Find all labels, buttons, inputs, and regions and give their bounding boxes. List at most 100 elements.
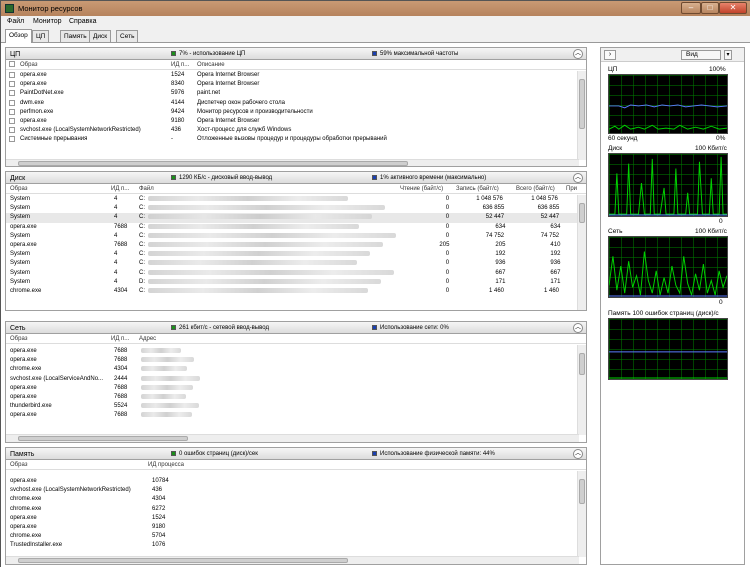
col-pid[interactable]: ИД п... xyxy=(171,62,189,68)
table-row[interactable]: opera.exe 9180 Opera Internet Browser xyxy=(6,117,586,126)
view-dropdown[interactable]: Вид xyxy=(681,50,721,60)
cpu-panel-header[interactable]: ЦП 7% - использование ЦП 59% максимально… xyxy=(6,48,586,60)
table-row[interactable]: opera.exe 1524 xyxy=(6,514,586,523)
tab-network[interactable]: Сеть xyxy=(116,30,139,42)
table-row[interactable]: chrome.exe 6272 xyxy=(6,505,586,514)
table-row[interactable]: opera.exe 1524 Opera Internet Browser xyxy=(6,71,586,80)
redacted-path xyxy=(148,205,385,211)
table-row[interactable]: svchost.exe (LocalSystemNetworkRestricte… xyxy=(6,486,586,495)
row-checkbox[interactable] xyxy=(9,136,15,143)
collapse-icon[interactable]: ︿ xyxy=(573,173,583,183)
table-row[interactable]: System 4 C: 0 192 192 xyxy=(6,250,586,259)
table-row[interactable]: opera.exe 7688 xyxy=(6,384,586,393)
table-row[interactable]: Системные прерывания - Отложенные вызовы п… xyxy=(6,135,586,144)
col-priority[interactable]: При xyxy=(566,186,577,192)
menu-monitor[interactable]: Монитор xyxy=(33,18,62,25)
network-panel-header[interactable]: Сеть 261 кбит/с - сетевой ввод-вывод Исп… xyxy=(6,322,586,334)
table-row[interactable]: chrome.exe 4304 xyxy=(6,495,586,504)
col-file[interactable]: Файл xyxy=(139,186,154,192)
minimize-button[interactable]: ‒ xyxy=(681,2,701,14)
table-row[interactable]: System 4 C: 0 52 447 52 447 xyxy=(6,213,586,223)
table-row[interactable]: System 4 C: 0 74 752 74 752 xyxy=(6,232,586,241)
row-checkbox[interactable] xyxy=(9,99,15,106)
menu-file[interactable]: Файл xyxy=(7,18,24,25)
col-pid[interactable]: ИД п... xyxy=(111,336,129,342)
row-checkbox[interactable] xyxy=(9,81,15,88)
table-row[interactable]: PaintDotNet.exe 5976 paint.net xyxy=(6,89,586,98)
network-horizontal-scrollbar[interactable] xyxy=(6,434,579,442)
cpu-vertical-scrollbar[interactable] xyxy=(577,71,586,160)
col-write[interactable]: Запись (байт/с) xyxy=(456,186,499,192)
table-row[interactable]: System 4 D: 0 171 171 xyxy=(6,278,586,287)
network-activity-list: opera.exe 7688 opera.exe 7688 chrome.exe 4304… xyxy=(6,347,586,421)
col-total[interactable]: Всего (байт/с) xyxy=(516,186,555,192)
chevron-down-icon[interactable]: ▾ xyxy=(724,50,732,60)
cell-image: perfmon.exe xyxy=(20,108,54,115)
table-row[interactable]: TrustedInstaller.exe 1076 xyxy=(6,541,586,550)
cell-image: opera.exe xyxy=(10,478,37,484)
collapse-icon[interactable]: ︿ xyxy=(573,49,583,59)
table-row[interactable]: svchost.exe (LocalSystemNetworkRestricte… xyxy=(6,126,586,135)
col-read[interactable]: Чтение (байт/с) xyxy=(400,186,443,192)
row-checkbox[interactable] xyxy=(9,108,15,115)
redacted-path xyxy=(148,269,394,275)
table-row[interactable]: chrome.exe 5704 xyxy=(6,532,586,541)
col-pid[interactable]: ИД процесса xyxy=(148,462,184,468)
memory-vertical-scrollbar[interactable] xyxy=(577,471,586,557)
col-address[interactable]: Адрес xyxy=(139,336,156,342)
disk-graph-max: 100 Кбит/с xyxy=(695,145,727,152)
row-checkbox[interactable] xyxy=(9,127,15,134)
table-row[interactable]: System 4 C: 0 667 667 xyxy=(6,269,586,278)
menu-help[interactable]: Справка xyxy=(69,18,96,25)
row-checkbox[interactable] xyxy=(9,72,15,78)
table-row[interactable]: chrome.exe 4304 xyxy=(6,365,586,374)
table-row[interactable]: chrome.exe 4304 C: 0 1 460 1 460 xyxy=(6,287,586,296)
table-row[interactable]: dwm.exe 4144 Диспетчер окон рабочего стола xyxy=(6,99,586,108)
table-row[interactable]: svchost.exe (LocalServiceAndNo... 2444 xyxy=(6,375,586,384)
redacted-path xyxy=(148,214,372,220)
table-row[interactable]: opera.exe 7688 xyxy=(6,356,586,365)
col-image[interactable]: Образ xyxy=(10,462,27,468)
tab-cpu[interactable]: ЦП xyxy=(32,30,50,42)
table-row[interactable]: opera.exe 7688 xyxy=(6,393,586,402)
cpu-horizontal-scrollbar[interactable] xyxy=(6,159,579,166)
cell-pid: 4 xyxy=(114,232,118,239)
title-bar[interactable]: Монитор ресурсов ‒ □ ✕ xyxy=(1,1,750,16)
memory-horizontal-scrollbar[interactable] xyxy=(6,556,579,564)
close-button[interactable]: ✕ xyxy=(719,2,747,14)
row-checkbox[interactable] xyxy=(9,90,15,97)
col-pid[interactable]: ИД п... xyxy=(111,186,129,192)
disk-panel-header[interactable]: Диск 1290 КБ/с - дисковый ввод-вывод 1% … xyxy=(6,172,586,184)
row-checkbox[interactable] xyxy=(9,117,15,124)
col-image[interactable]: Образ xyxy=(10,336,27,342)
table-row[interactable]: opera.exe 10784 xyxy=(6,477,586,486)
table-row[interactable]: opera.exe 8340 Opera Internet Browser xyxy=(6,80,586,89)
table-row[interactable]: opera.exe 7688 C: 205 205 410 xyxy=(6,241,586,250)
table-row[interactable]: System 4 C: 0 1 048 576 1 048 576 xyxy=(6,195,586,204)
table-row[interactable]: thunderbird.exe 5524 xyxy=(6,402,586,411)
memory-panel-header[interactable]: Память 0 ошибок страниц (диск)/сек Испол… xyxy=(6,448,586,460)
cell-image: chrome.exe xyxy=(10,287,42,294)
tab-overview[interactable]: Обзор xyxy=(5,29,32,43)
table-row[interactable]: System 4 C: 0 936 936 xyxy=(6,259,586,268)
table-row[interactable]: System 4 C: 0 636 855 636 855 xyxy=(6,204,586,213)
tab-memory[interactable]: Память xyxy=(60,30,91,42)
col-description[interactable]: Описание xyxy=(197,62,225,68)
tab-disk[interactable]: Диск xyxy=(89,30,112,42)
table-row[interactable]: opera.exe 9180 xyxy=(6,523,586,532)
table-row[interactable]: opera.exe 7688 xyxy=(6,411,586,420)
disk-vertical-scrollbar[interactable] xyxy=(577,195,586,310)
select-all-checkbox[interactable] xyxy=(9,61,15,67)
collapse-icon[interactable]: ︿ xyxy=(573,323,583,333)
cell-pid: 4 xyxy=(114,269,118,276)
expand-arrow-icon[interactable]: › xyxy=(604,50,616,60)
cell-read: 0 xyxy=(445,251,450,258)
table-row[interactable]: opera.exe 7688 xyxy=(6,347,586,356)
table-row[interactable]: opera.exe 7688 C: 0 634 634 xyxy=(6,223,586,232)
table-row[interactable]: perfmon.exe 9424 Монитор ресурсов и произв… xyxy=(6,108,586,117)
network-vertical-scrollbar[interactable] xyxy=(577,345,586,435)
col-image[interactable]: Образ xyxy=(20,62,37,68)
maximize-button[interactable]: □ xyxy=(701,2,719,14)
col-image[interactable]: Образ xyxy=(10,186,27,192)
collapse-icon[interactable]: ︿ xyxy=(573,449,583,459)
